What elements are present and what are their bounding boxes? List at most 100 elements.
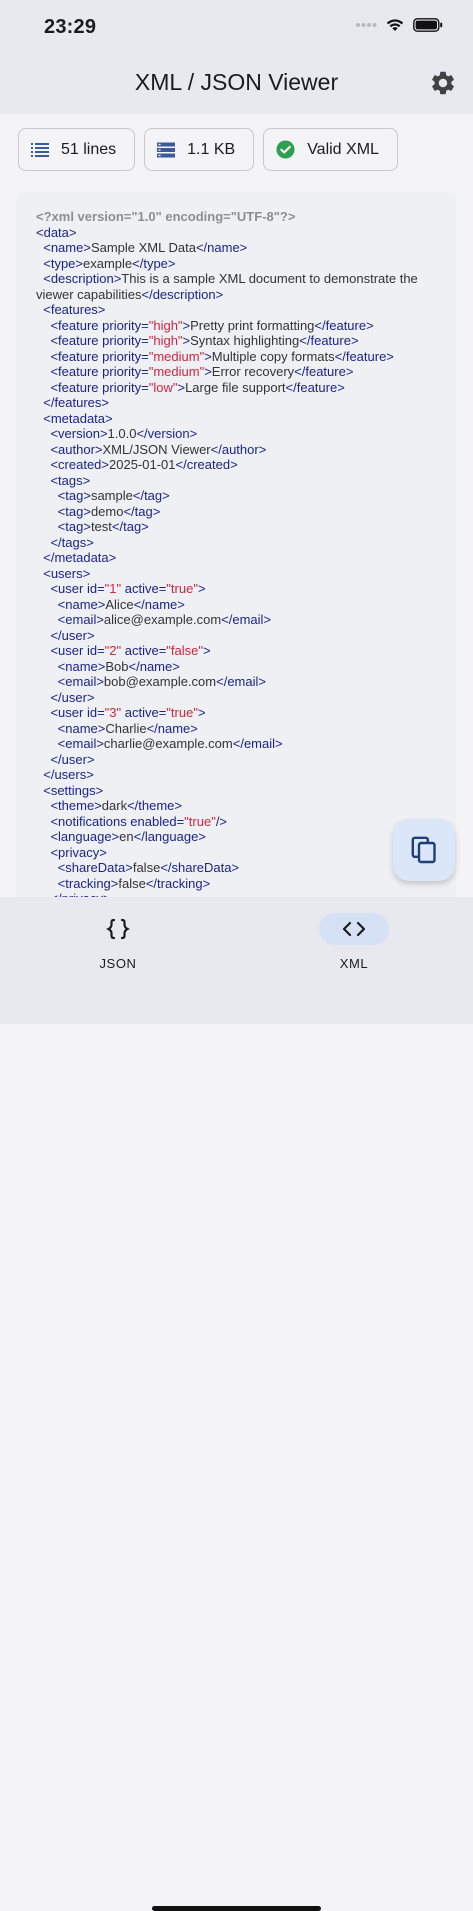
attribute-value: "high" — [148, 333, 183, 348]
code-line: <feature priority="high">Pretty print fo… — [36, 318, 436, 334]
xml-tag: <settings> — [43, 782, 104, 798]
nav-json-label: JSON — [99, 956, 137, 971]
text-node: false — [132, 860, 161, 875]
file-size-chip: 1.1 KB — [144, 128, 255, 171]
xml-tag: </created> — [175, 457, 238, 472]
text-node: Alice — [105, 596, 134, 612]
text-node — [36, 457, 50, 472]
attribute-value: "medium" — [148, 364, 205, 379]
code-line: <name>Alice</name> — [36, 597, 436, 613]
wifi-icon — [386, 19, 404, 31]
xml-tag: <users> — [43, 565, 91, 581]
xml-tag: <email> — [57, 736, 104, 751]
battery-icon — [413, 18, 443, 32]
xml-tag: <user id= — [50, 643, 105, 658]
xml-tag: <version> — [50, 426, 108, 441]
copy-button[interactable] — [393, 819, 455, 881]
code-line: <description>This is a sample XML docume… — [36, 271, 436, 302]
code-line: </tags> — [36, 535, 436, 551]
storage-icon — [157, 142, 176, 157]
code-line: <data> — [36, 225, 436, 241]
xml-tag: </description> — [141, 286, 224, 302]
text-node: Large file support — [185, 379, 286, 395]
code-line: <?xml version="1.0" encoding="UTF-8"?> — [36, 209, 436, 225]
nav-json[interactable]: JSON — [58, 913, 178, 971]
xml-tag: <privacy> — [50, 844, 107, 860]
xml-tag: </name> — [146, 720, 198, 736]
xml-tag: <language> — [50, 829, 120, 844]
attribute-value: "1" — [104, 581, 122, 596]
xml-tag: </metadata> — [43, 550, 117, 565]
line-count-chip: 51 lines — [18, 128, 136, 171]
text-node — [36, 535, 50, 550]
text-node — [36, 488, 58, 503]
xml-tag: <name> — [57, 596, 106, 612]
bottom-navigation: JSON XML — [0, 897, 473, 1911]
xml-tag: active= — [121, 643, 167, 658]
text-node — [36, 814, 50, 829]
code-viewer[interactable]: <?xml version="1.0" encoding="UTF-8"?> <d… — [16, 192, 456, 897]
code-line: <users> — [36, 566, 436, 582]
xml-tag: </user> — [50, 689, 95, 705]
xml-tag: </feature> — [294, 364, 354, 379]
code-line: <shareData>false</shareData> — [36, 860, 436, 876]
code-line: <tag>sample</tag> — [36, 488, 436, 504]
xml-tag: </feature> — [334, 348, 394, 364]
xml-tag: </language> — [133, 829, 206, 844]
xml-tag: <notifications enabled= — [50, 813, 185, 829]
copy-icon — [411, 836, 436, 864]
xml-tag: <user id= — [50, 705, 105, 720]
xml-tag: <tracking> — [57, 875, 119, 891]
xml-tag: <name> — [57, 658, 106, 674]
xml-tag: </tags> — [50, 534, 94, 550]
code-line: <tracking>false</tracking> — [36, 876, 436, 892]
code-line: <feature priority="high">Syntax highligh… — [36, 333, 436, 349]
xml-tag: <tag> — [57, 488, 91, 503]
text-node: Bob — [105, 658, 129, 674]
xml-tag: active= — [121, 581, 167, 596]
text-node: Error recovery — [211, 364, 295, 379]
list-icon — [31, 142, 49, 157]
status-icons — [355, 18, 443, 32]
text-node: Pretty print formatting — [190, 317, 315, 333]
text-node: charlie@example.com — [103, 736, 233, 751]
signal-icon — [356, 23, 377, 27]
xml-tag: > — [197, 581, 206, 596]
xml-tag: </features> — [43, 395, 110, 410]
xml-tag: active= — [121, 705, 167, 720]
attribute-value: "true" — [184, 813, 216, 829]
xml-tag: </tag> — [132, 488, 170, 503]
xml-tag: </tag> — [111, 519, 149, 534]
code-line: <version>1.0.0</version> — [36, 426, 436, 442]
code-line: <author>XML/JSON Viewer</author> — [36, 442, 436, 458]
xml-tag: <tag> — [57, 503, 91, 519]
text-node — [36, 643, 50, 658]
app-bar: XML / JSON Viewer — [0, 56, 473, 114]
text-node — [36, 333, 50, 348]
xml-tag: /> — [215, 813, 228, 829]
code-line: <feature priority="medium">Error recover… — [36, 364, 436, 380]
nav-xml[interactable]: XML — [294, 913, 414, 971]
xml-tag: > — [204, 364, 212, 379]
text-node: Syntax highlighting — [190, 333, 300, 348]
xml-tag: <feature priority= — [50, 364, 149, 379]
xml-tag: <tags> — [50, 472, 91, 488]
xml-tag: <feature priority= — [50, 348, 149, 364]
text-node: demo — [90, 503, 124, 519]
xml-tag: <theme> — [50, 798, 102, 813]
attribute-value: "high" — [148, 317, 183, 333]
home-indicator — [152, 1906, 321, 1911]
text-node: Sample XML Data — [90, 240, 196, 255]
attribute-value: "medium" — [148, 348, 205, 364]
code-line: </features> — [36, 395, 436, 411]
code-line: <name>Bob</name> — [36, 659, 436, 675]
code-line: <tag>test</tag> — [36, 519, 436, 535]
xml-tag: <email> — [57, 674, 104, 689]
text-node: example — [83, 255, 133, 271]
text-node — [36, 845, 50, 860]
code-line: <user id="2" active="false"> — [36, 643, 436, 659]
braces-icon — [106, 918, 130, 940]
settings-button[interactable] — [429, 69, 457, 97]
xml-tag: </author> — [210, 441, 267, 457]
attribute-value: "true" — [166, 581, 198, 596]
